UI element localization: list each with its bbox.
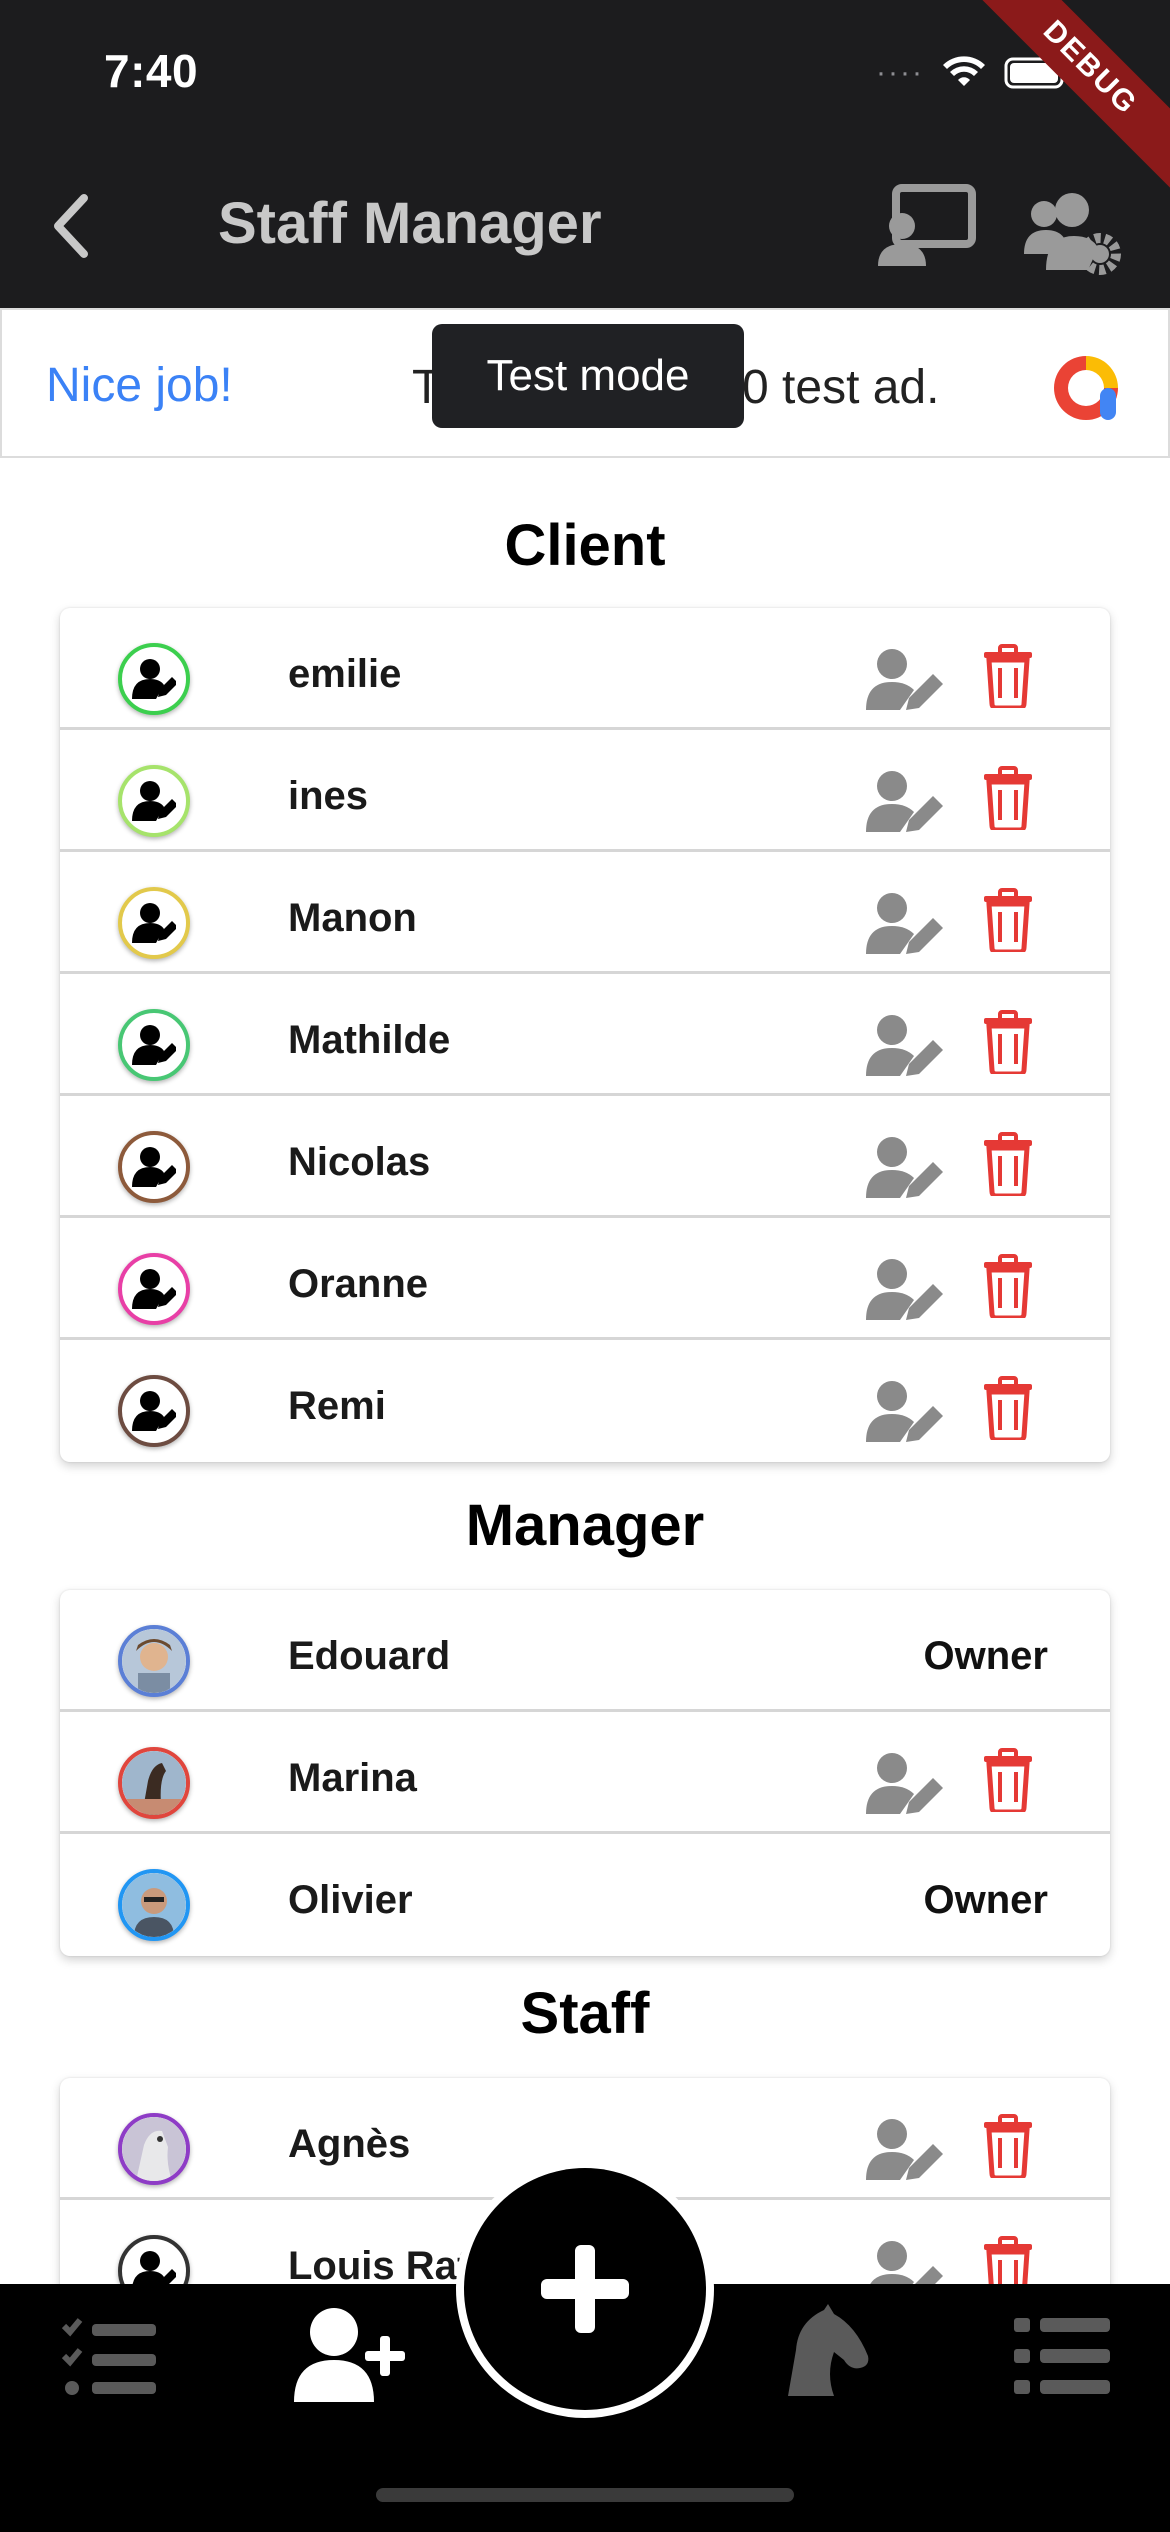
person-name: Edouard: [288, 1634, 451, 1678]
list-item[interactable]: ines: [60, 730, 1110, 852]
person-name: Mathilde: [288, 1018, 451, 1062]
user-edit-icon[interactable]: [866, 770, 946, 834]
list-item[interactable]: emilie: [60, 608, 1110, 730]
avatar: [118, 1131, 190, 1203]
trash-icon[interactable]: [982, 2114, 1034, 2181]
role-label: Owner: [923, 1878, 1048, 1922]
trash-icon[interactable]: [982, 1010, 1034, 1077]
users-gear-icon[interactable]: [1022, 188, 1122, 278]
list-item[interactable]: Edouard Owner: [60, 1590, 1110, 1712]
role-label: Owner: [923, 1634, 1048, 1678]
user-edit-icon[interactable]: [866, 892, 946, 956]
back-icon[interactable]: [40, 186, 100, 266]
section-title-staff: Staff: [520, 1981, 650, 2046]
person-name: Manon: [288, 896, 417, 940]
avatar: [118, 2113, 190, 2185]
trash-icon[interactable]: [982, 1254, 1034, 1321]
ad-logo-icon: [1054, 356, 1118, 420]
user-edit-avatar-icon: [132, 779, 176, 823]
list-item[interactable]: Mathilde: [60, 974, 1110, 1096]
person-name: emilie: [288, 652, 402, 696]
user-edit-icon[interactable]: [866, 648, 946, 712]
user-edit-avatar-icon: [132, 901, 176, 945]
person-name: Louis Raf: [288, 2244, 471, 2288]
user-edit-avatar-icon: [132, 1267, 176, 1311]
trash-icon[interactable]: [982, 1748, 1034, 1815]
list-item[interactable]: Olivier Owner: [60, 1834, 1110, 1956]
person-name: Nicolas: [288, 1140, 431, 1184]
ad-banner[interactable]: Nice job! T 0 test ad. Test mode: [0, 308, 1170, 458]
debug-banner: DEBUG: [964, 0, 1170, 194]
manager-list: Edouard Owner Marina Olivier Owner: [60, 1590, 1110, 1956]
person-name: Remi: [288, 1384, 386, 1428]
home-indicator: [376, 2488, 794, 2502]
page-title: Staff Manager: [218, 191, 602, 256]
avatar: [118, 1375, 190, 1447]
cast-icon[interactable]: [876, 182, 976, 272]
user-edit-icon[interactable]: [866, 1380, 946, 1444]
plus-icon: [541, 2245, 629, 2333]
task-list-icon[interactable]: [60, 2316, 160, 2400]
avatar: [118, 887, 190, 959]
horse-head-icon[interactable]: [778, 2304, 872, 2400]
person-name: Agnès: [288, 2122, 411, 2166]
trash-icon[interactable]: [982, 644, 1034, 711]
avatar: [118, 1009, 190, 1081]
avatar: [118, 1625, 190, 1697]
list-item[interactable]: Manon: [60, 852, 1110, 974]
list-item[interactable]: Marina: [60, 1712, 1110, 1834]
ad-headline[interactable]: Nice job!: [46, 358, 233, 413]
user-edit-icon[interactable]: [866, 1752, 946, 1816]
person-name: Oranne: [288, 1262, 429, 1306]
avatar: [118, 643, 190, 715]
avatar: [118, 765, 190, 837]
client-list: emilie ines Manon Mathilde Nicolas Oranne Remi: [60, 608, 1110, 1462]
section-title-client: Client: [504, 513, 666, 578]
user-edit-avatar-icon: [132, 1145, 176, 1189]
section-title-manager: Manager: [465, 1493, 705, 1558]
signal-icon: ····: [876, 56, 924, 89]
avatar: [118, 1747, 190, 1819]
list-icon[interactable]: [1014, 2316, 1110, 2396]
list-item[interactable]: Nicolas: [60, 1096, 1110, 1218]
user-edit-icon[interactable]: [866, 2118, 946, 2182]
person-name: ines: [288, 774, 369, 818]
user-edit-icon[interactable]: [866, 1136, 946, 1200]
app-header: 7:40 ···· DEBUG Staff Manager: [0, 0, 1170, 308]
ad-text-right: 0 test ad.: [742, 361, 940, 414]
trash-icon[interactable]: [982, 1132, 1034, 1199]
user-edit-avatar-icon: [132, 1389, 176, 1433]
status-time: 7:40: [104, 45, 199, 97]
wifi-icon: [943, 56, 985, 86]
list-item[interactable]: Remi: [60, 1340, 1110, 1462]
avatar: [118, 1869, 190, 1941]
user-edit-avatar-icon: [132, 1023, 176, 1067]
user-edit-icon[interactable]: [866, 1014, 946, 1078]
user-edit-avatar-icon: [132, 657, 176, 701]
user-plus-icon[interactable]: [294, 2306, 412, 2402]
avatar: [118, 1253, 190, 1325]
person-name: Olivier: [288, 1878, 413, 1922]
person-name: Marina: [288, 1756, 417, 1800]
add-staff-button[interactable]: [464, 2168, 706, 2410]
trash-icon[interactable]: [982, 766, 1034, 833]
list-item[interactable]: Oranne: [60, 1218, 1110, 1340]
test-mode-tooltip: Test mode: [432, 324, 744, 428]
trash-icon[interactable]: [982, 1376, 1034, 1443]
trash-icon[interactable]: [982, 888, 1034, 955]
status-indicators: ····: [876, 56, 1070, 90]
user-edit-icon[interactable]: [866, 1258, 946, 1322]
